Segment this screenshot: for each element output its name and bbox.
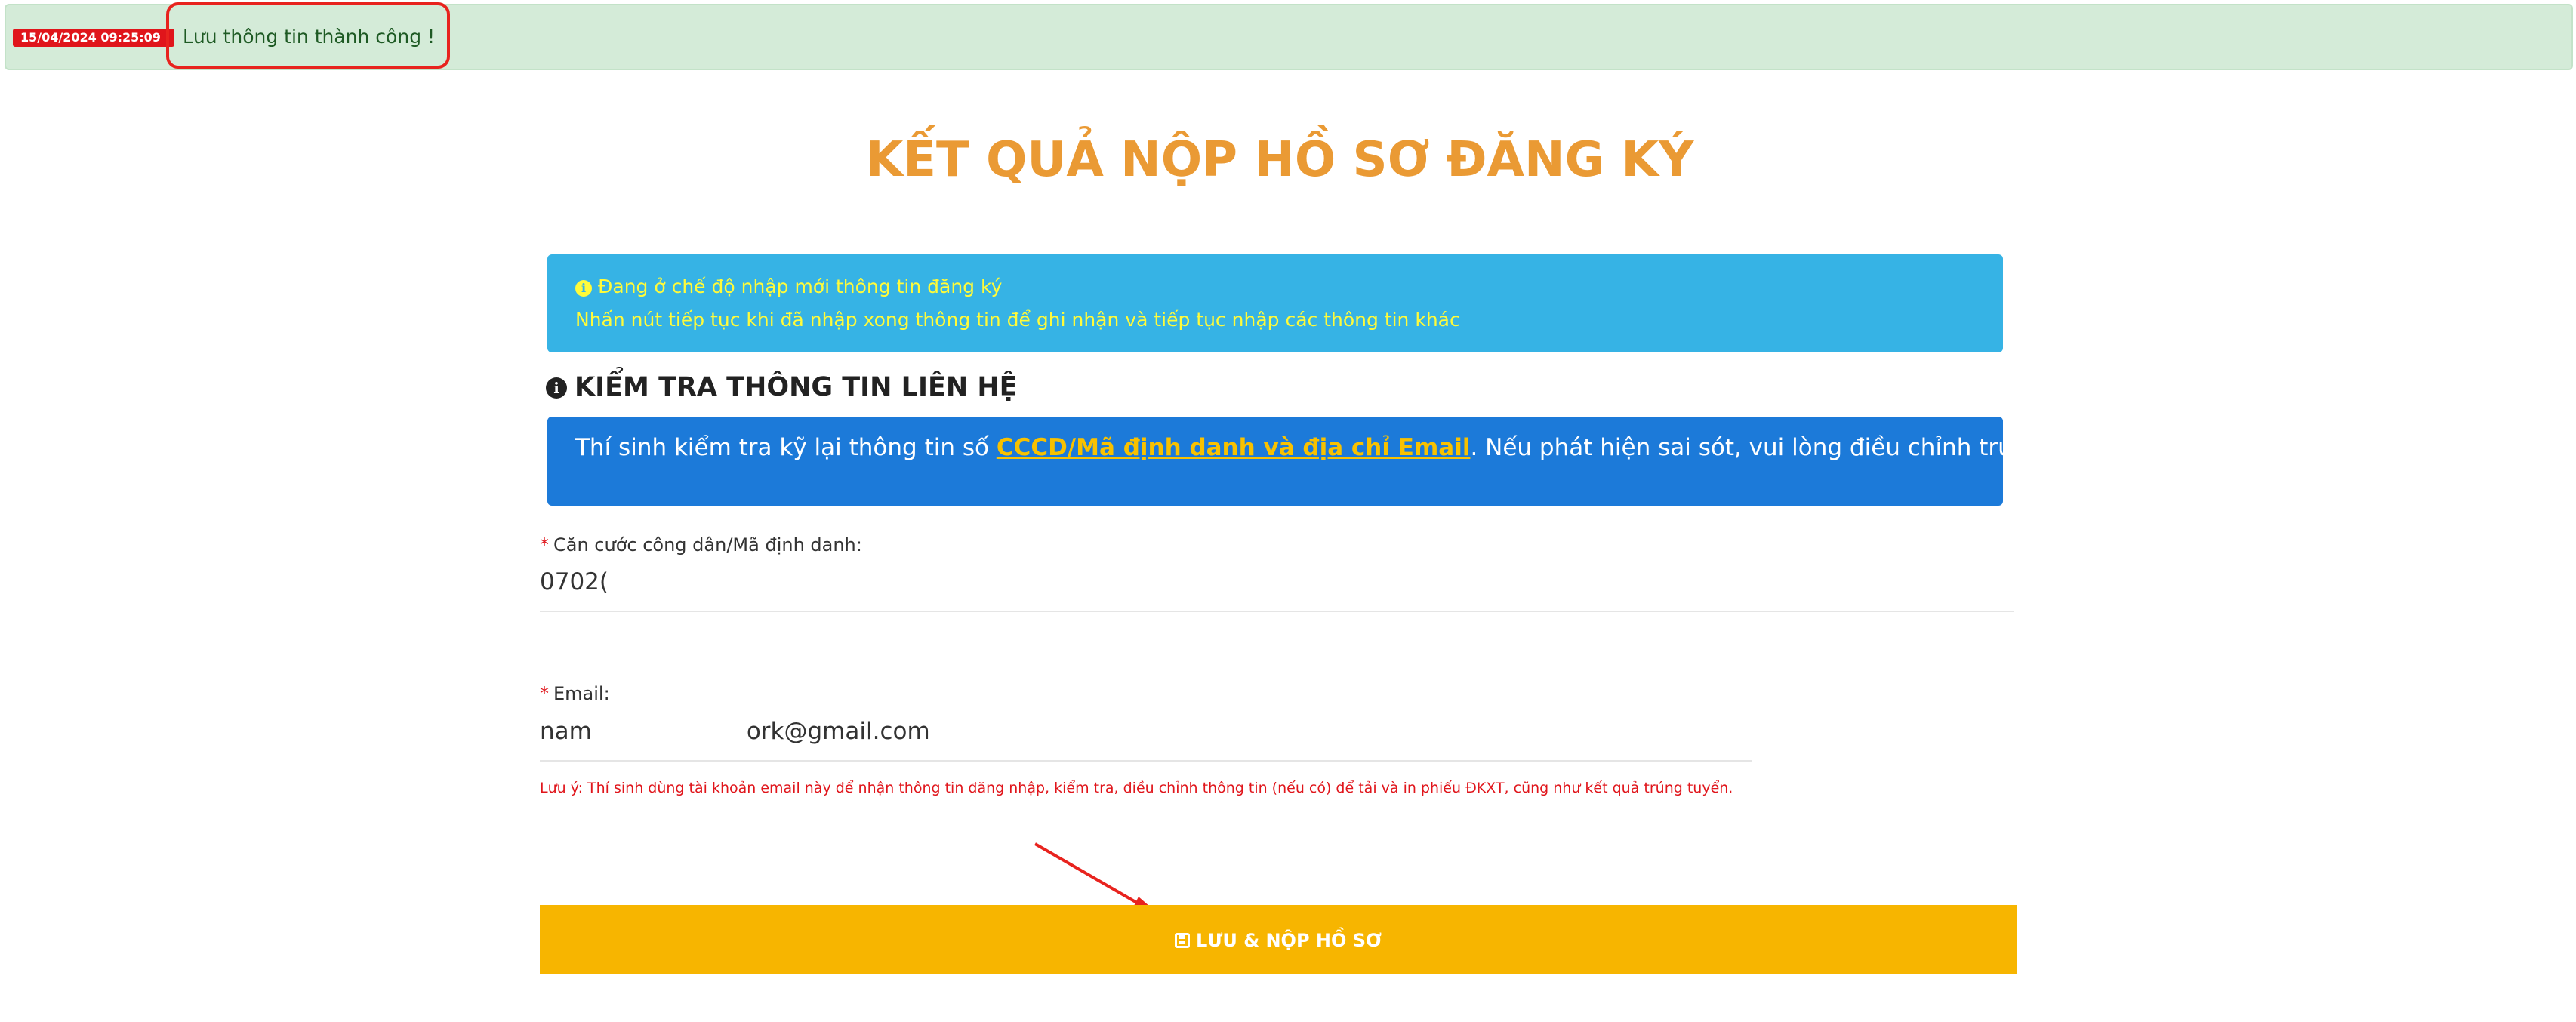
info-alert: i Đang ở chế độ nhập mới thông tin đăng k… <box>547 254 2003 352</box>
notice-link[interactable]: CCCD/Mã định danh và địa chỉ Email <box>997 434 1471 461</box>
email-input[interactable]: nam ork@gmail.com <box>540 716 1752 747</box>
page-title: KẾT QUẢ NỘP HỒ SƠ ĐĂNG KÝ <box>865 132 1694 188</box>
info-line-1: i Đang ở chế độ nhập mới thông tin đăng k… <box>575 274 1002 300</box>
section-heading-text: KIỂM TRA THÔNG TIN LIÊN HỆ <box>575 372 1018 402</box>
info-line-1-text: Đang ở chế độ nhập mới thông tin đăng ký <box>598 276 1003 297</box>
save-submit-button[interactable]: LƯU & NỘP HỒ SƠ <box>540 905 2017 974</box>
notice-text-after: . Nếu phát hiện sai sót, vui lòng điều c… <box>1470 434 2217 461</box>
info-circle-icon: i <box>575 280 592 297</box>
email-value-end: ork@gmail.com <box>746 718 930 745</box>
email-input-underline <box>540 760 1752 762</box>
info-line-2: Nhấn nút tiếp tục khi đã nhập xong thông… <box>575 309 1460 331</box>
notice-text: Thí sinh kiểm tra kỹ lại thông tin số CC… <box>575 432 2217 463</box>
email-field-label: * Email: <box>540 682 610 706</box>
notification-timestamp: 15/04/2024 09:25:09 <box>13 29 174 47</box>
email-note: Lưu ý: Thí sinh dùng tài khoản email này… <box>540 780 1733 796</box>
id-field-label: * Căn cước công dân/Mã định danh: <box>540 533 862 557</box>
notice-text-before: Thí sinh kiểm tra kỹ lại thông tin số <box>575 434 997 461</box>
section-heading: i KIỂM TRA THÔNG TIN LIÊN HỆ <box>546 370 1018 405</box>
id-input-underline <box>540 611 2014 612</box>
email-value-start: nam <box>540 718 592 745</box>
email-field-label-text: Email: <box>553 683 610 704</box>
save-submit-label: LƯU & NỘP HỒ SƠ <box>1196 930 1382 951</box>
notice-alert: Thí sinh kiểm tra kỹ lại thông tin số CC… <box>547 417 2217 506</box>
id-field-label-text: Căn cước công dân/Mã định danh: <box>553 534 862 556</box>
required-marker: * <box>540 683 549 704</box>
annotation-highlight-box <box>166 2 450 69</box>
id-number-input[interactable]: 0702( <box>540 566 2014 598</box>
required-marker: * <box>540 534 549 556</box>
floppy-disk-icon <box>1175 933 1190 948</box>
page-root: 15/04/2024 09:25:09 Lưu thông tin thành … <box>0 0 2576 1022</box>
info-circle-icon: i <box>546 377 567 399</box>
